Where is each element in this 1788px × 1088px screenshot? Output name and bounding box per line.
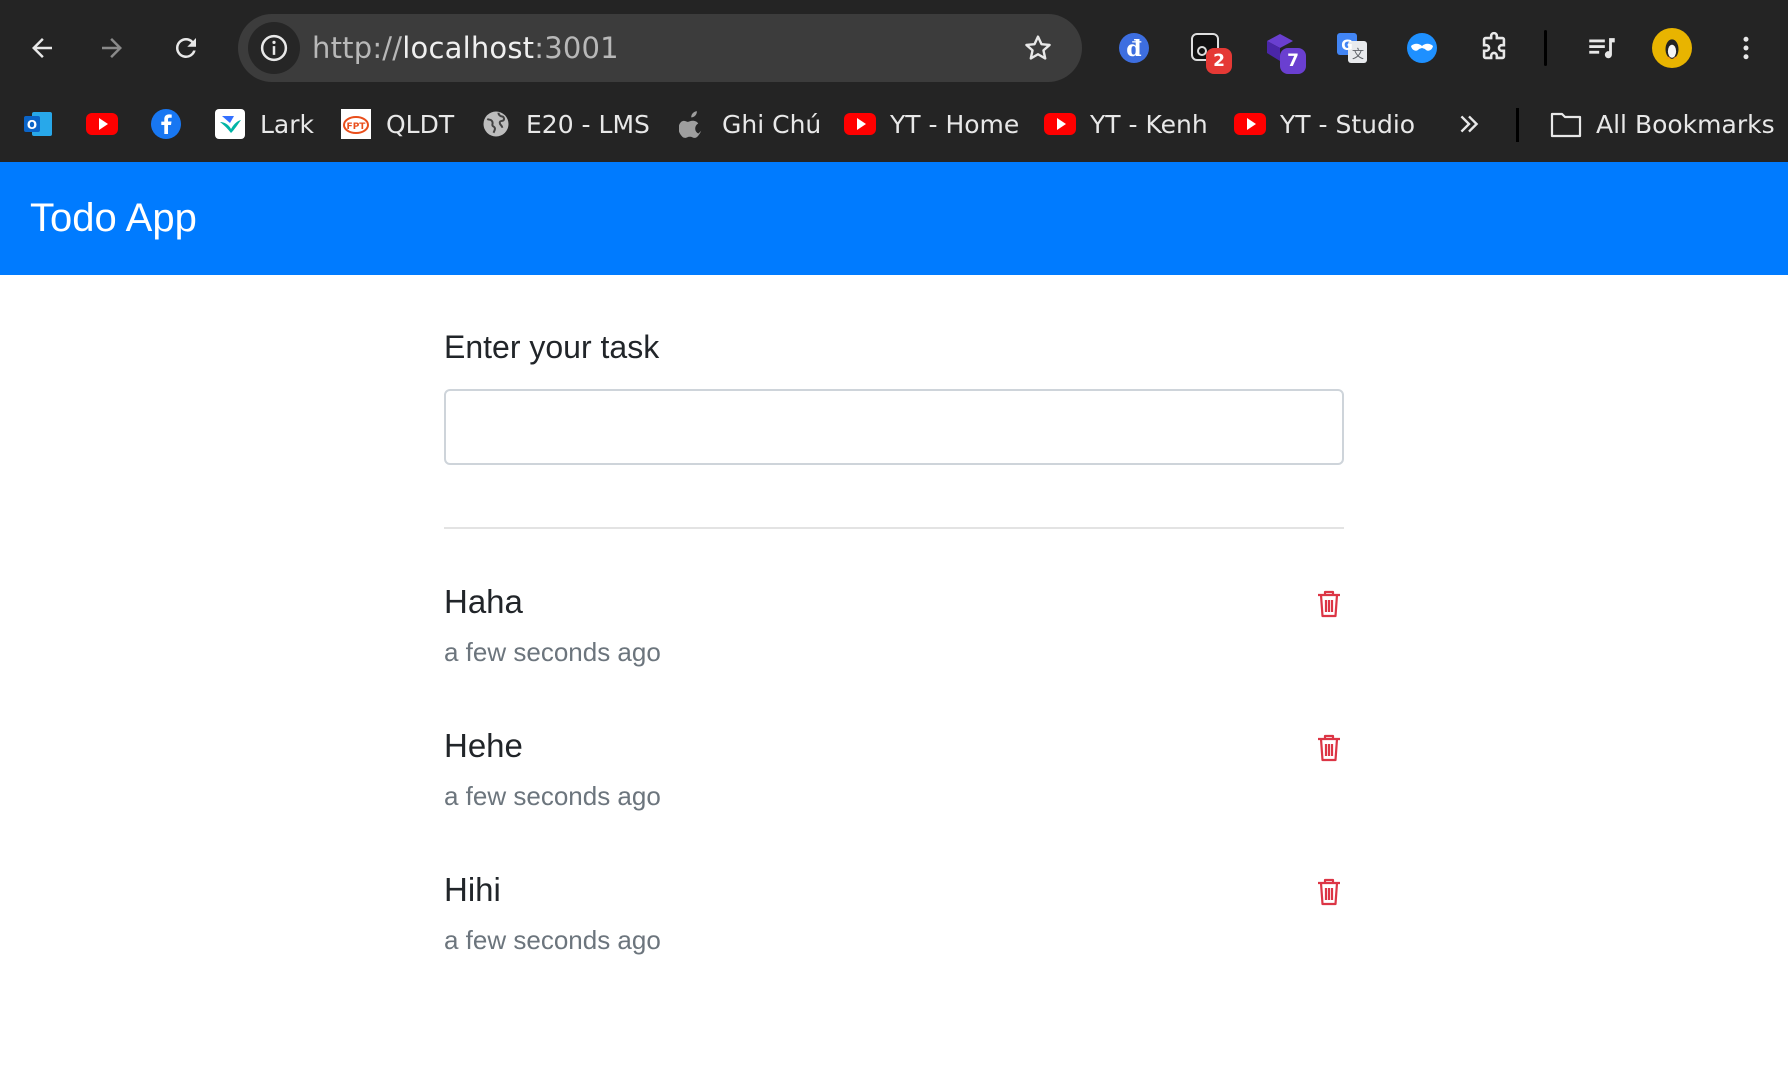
reload-button[interactable] [162, 24, 210, 72]
youtube-icon [1044, 108, 1076, 140]
star-icon [1025, 35, 1051, 60]
delete-button[interactable] [1314, 731, 1344, 765]
forward-arrow-icon [102, 38, 122, 58]
info-icon [260, 34, 288, 62]
outlook-icon: O [22, 108, 54, 140]
extension-translate[interactable]: G文 [1328, 24, 1376, 72]
more-bookmarks-button[interactable] [1456, 96, 1482, 152]
todo-item: Haha a few seconds ago [444, 583, 1344, 703]
dict-icon: đ [1119, 33, 1149, 63]
facebook-icon [150, 108, 182, 140]
puzzle-icon [1482, 31, 1506, 60]
bookmark-label: YT - Studio [1280, 109, 1416, 139]
youtube-icon [844, 108, 876, 140]
bookmark-yt-studio[interactable]: YT - Studio [1234, 96, 1415, 152]
extensions-menu-button[interactable] [1470, 24, 1518, 72]
task-input[interactable] [444, 389, 1344, 465]
back-arrow-icon [32, 38, 52, 58]
todo-timestamp: a few seconds ago [444, 781, 661, 811]
todo-title: Hehe [444, 727, 523, 764]
lark-icon [214, 108, 246, 140]
bookmark-facebook[interactable] [150, 96, 182, 152]
back-button[interactable] [18, 24, 66, 72]
address-bar[interactable]: http://localhost:3001 [238, 14, 1082, 82]
delete-button[interactable] [1314, 875, 1344, 909]
url-text: http://localhost:3001 [312, 14, 619, 82]
trash-icon [1318, 590, 1340, 618]
url-scheme: http:// [312, 31, 403, 65]
task-input-label: Enter your task [444, 329, 660, 365]
toolbar-divider [1544, 30, 1547, 66]
url-port: :3001 [534, 31, 619, 65]
delete-button[interactable] [1314, 587, 1344, 621]
bookmark-label: YT - Kenh [1090, 109, 1208, 139]
bookmark-lark[interactable]: Lark [214, 96, 314, 152]
todo-timestamp: a few seconds ago [444, 637, 661, 667]
bookmarks-bar: O Lark FPT QLDT E20 - LMS Ghi Chú YT - H… [0, 96, 1788, 162]
svg-text:O: O [27, 118, 37, 132]
kebab-menu-icon [1743, 36, 1749, 60]
mask-icon [1407, 33, 1437, 63]
bookmark-e20-lms[interactable]: E20 - LMS [480, 96, 650, 152]
trash-icon [1318, 734, 1340, 762]
extension-mask[interactable] [1398, 24, 1446, 72]
all-bookmarks-button[interactable]: All Bookmarks [1550, 96, 1775, 152]
bookmark-label: Lark [260, 109, 315, 139]
bookmark-star-button[interactable] [1018, 28, 1058, 68]
bookmark-outlook[interactable]: O [22, 96, 54, 152]
todo-title: Haha [444, 583, 523, 620]
penguin-avatar-icon [1665, 39, 1679, 59]
forward-button[interactable] [88, 24, 136, 72]
todo-timestamp: a few seconds ago [444, 925, 661, 955]
todo-item: Hehe a few seconds ago [444, 727, 1344, 847]
bookmark-label: Ghi Chú [722, 109, 822, 139]
app-brand[interactable]: Todo App [30, 162, 197, 275]
extension-screenshot[interactable]: 2 [1182, 24, 1232, 74]
todo-title: Hihi [444, 871, 501, 908]
browser-toolbar: http://localhost:3001 đ 2 7 G文 [0, 0, 1788, 96]
bookmark-yt-kenh[interactable]: YT - Kenh [1044, 96, 1208, 152]
bookmark-label: QLDT [386, 109, 455, 139]
svg-text:文: 文 [1352, 46, 1364, 61]
translate-icon: G文 [1337, 33, 1367, 63]
profile-avatar[interactable] [1652, 28, 1692, 68]
playlist-music-icon [1589, 38, 1615, 59]
apple-icon [676, 108, 708, 140]
reload-icon [175, 37, 196, 58]
app-navbar: Todo App [0, 162, 1788, 275]
bookmark-label: E20 - LMS [526, 109, 650, 139]
bookmark-yt-home[interactable]: YT - Home [844, 96, 1019, 152]
divider [444, 527, 1344, 529]
folder-icon [1550, 108, 1582, 140]
extension-cube[interactable]: 7 [1256, 24, 1306, 74]
svg-text:FPT: FPT [347, 122, 367, 132]
extension-badge: 2 [1206, 48, 1232, 74]
bookmark-youtube[interactable] [86, 96, 118, 152]
youtube-icon [1234, 108, 1266, 140]
trash-icon [1318, 878, 1340, 906]
site-info-button[interactable] [248, 22, 300, 74]
bookmark-ghi-chu[interactable]: Ghi Chú [676, 96, 821, 152]
fpt-icon: FPT [340, 108, 372, 140]
svg-text:đ: đ [1126, 36, 1142, 62]
url-host: localhost [402, 31, 535, 65]
bookmark-label: YT - Home [890, 109, 1020, 139]
globe-icon [480, 108, 512, 140]
media-control-button[interactable] [1578, 24, 1626, 72]
browser-chrome: http://localhost:3001 đ 2 7 G文 O Lark FP… [0, 0, 1788, 162]
youtube-icon [86, 108, 118, 140]
all-bookmarks-label: All Bookmarks [1596, 109, 1775, 139]
bookmark-qldt[interactable]: FPT QLDT [340, 96, 454, 152]
bookmarks-divider [1516, 108, 1519, 142]
extension-badge: 7 [1280, 48, 1306, 74]
browser-menu-button[interactable] [1722, 24, 1770, 72]
todo-item: Hihi a few seconds ago [444, 871, 1344, 991]
extension-dict[interactable]: đ [1110, 24, 1158, 72]
double-chevron-right-icon [1460, 115, 1479, 133]
